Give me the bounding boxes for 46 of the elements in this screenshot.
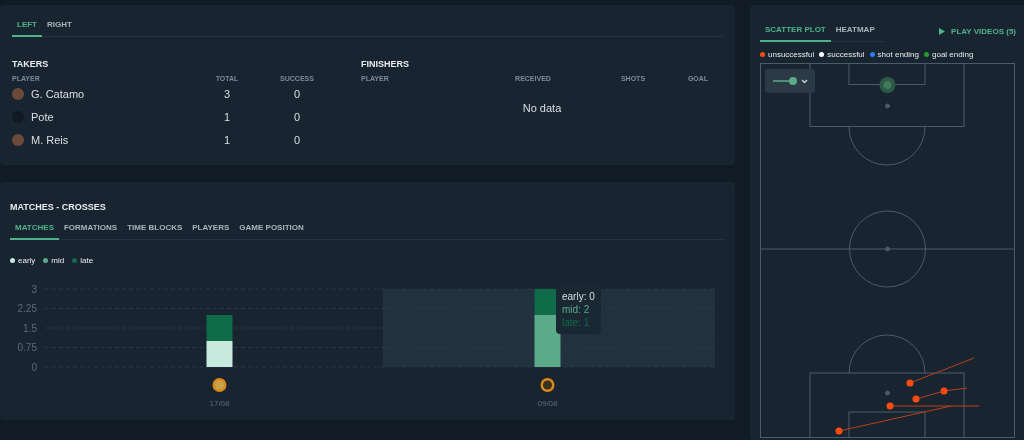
tab[interactable]: PLAYERS [187,218,235,240]
legend-label: late [80,256,94,265]
table-cell-text: 1 [222,133,232,146]
section-title: MATCHES - CROSSES [10,202,107,212]
section-title: FINISHERS [361,59,410,69]
table-cell-text: 1 [222,110,232,123]
tooltip-line: late: 1 [562,317,591,328]
x-axis-label: 09/08 [537,399,558,408]
empty-message: No data [521,102,563,114]
tooltip-line: mid: 2 [562,304,591,315]
legend-label: shot ending [877,50,919,59]
play-icon [939,27,946,35]
tab[interactable]: FORMATIONS [58,218,123,240]
y-tick-label: 0.75 [17,342,37,353]
play-videos-button[interactable]: PLAY VIDEOS (5) [939,26,1016,36]
team-crest-icon [879,77,896,93]
legend-label: early [18,256,36,265]
tab[interactable]: GAME POSITION [234,218,309,240]
table-cell-text: 0 [292,87,302,100]
table-cell-text: 0 [292,110,302,123]
tab[interactable]: LEFT [12,15,42,37]
team-crest-icon [540,378,555,392]
tab[interactable]: MATCHES [10,218,59,240]
tab[interactable]: TIME BLOCKS [122,218,188,240]
team-crest-icon [212,378,227,392]
tab[interactable]: HEATMAP [830,20,880,42]
player-name: Pote [31,110,54,123]
y-tick-label: 0 [31,361,37,373]
tooltip-line: early: 0 [562,291,595,302]
section-title: TAKERS [12,59,50,69]
y-tick-label: 1.5 [23,322,37,334]
slider-icon [771,76,809,86]
legend-label: mid [51,256,65,265]
player-name: M. Reis [31,133,69,146]
legend-label: unsuccessful [768,50,815,59]
player-name: G. Catamo [31,87,85,100]
legend-label: successful [827,50,865,59]
y-tick-label: 3 [31,283,37,295]
x-axis-label: 17/08 [209,399,230,408]
zoom-control[interactable] [765,69,815,93]
tab[interactable]: RIGHT [42,15,77,37]
table-cell-text: 0 [292,133,302,146]
y-tick-label: 2.25 [17,303,37,314]
table-cell-text: 3 [222,87,232,100]
legend-label: goal ending [932,50,974,59]
tab[interactable]: SCATTER PLOT [760,20,831,42]
